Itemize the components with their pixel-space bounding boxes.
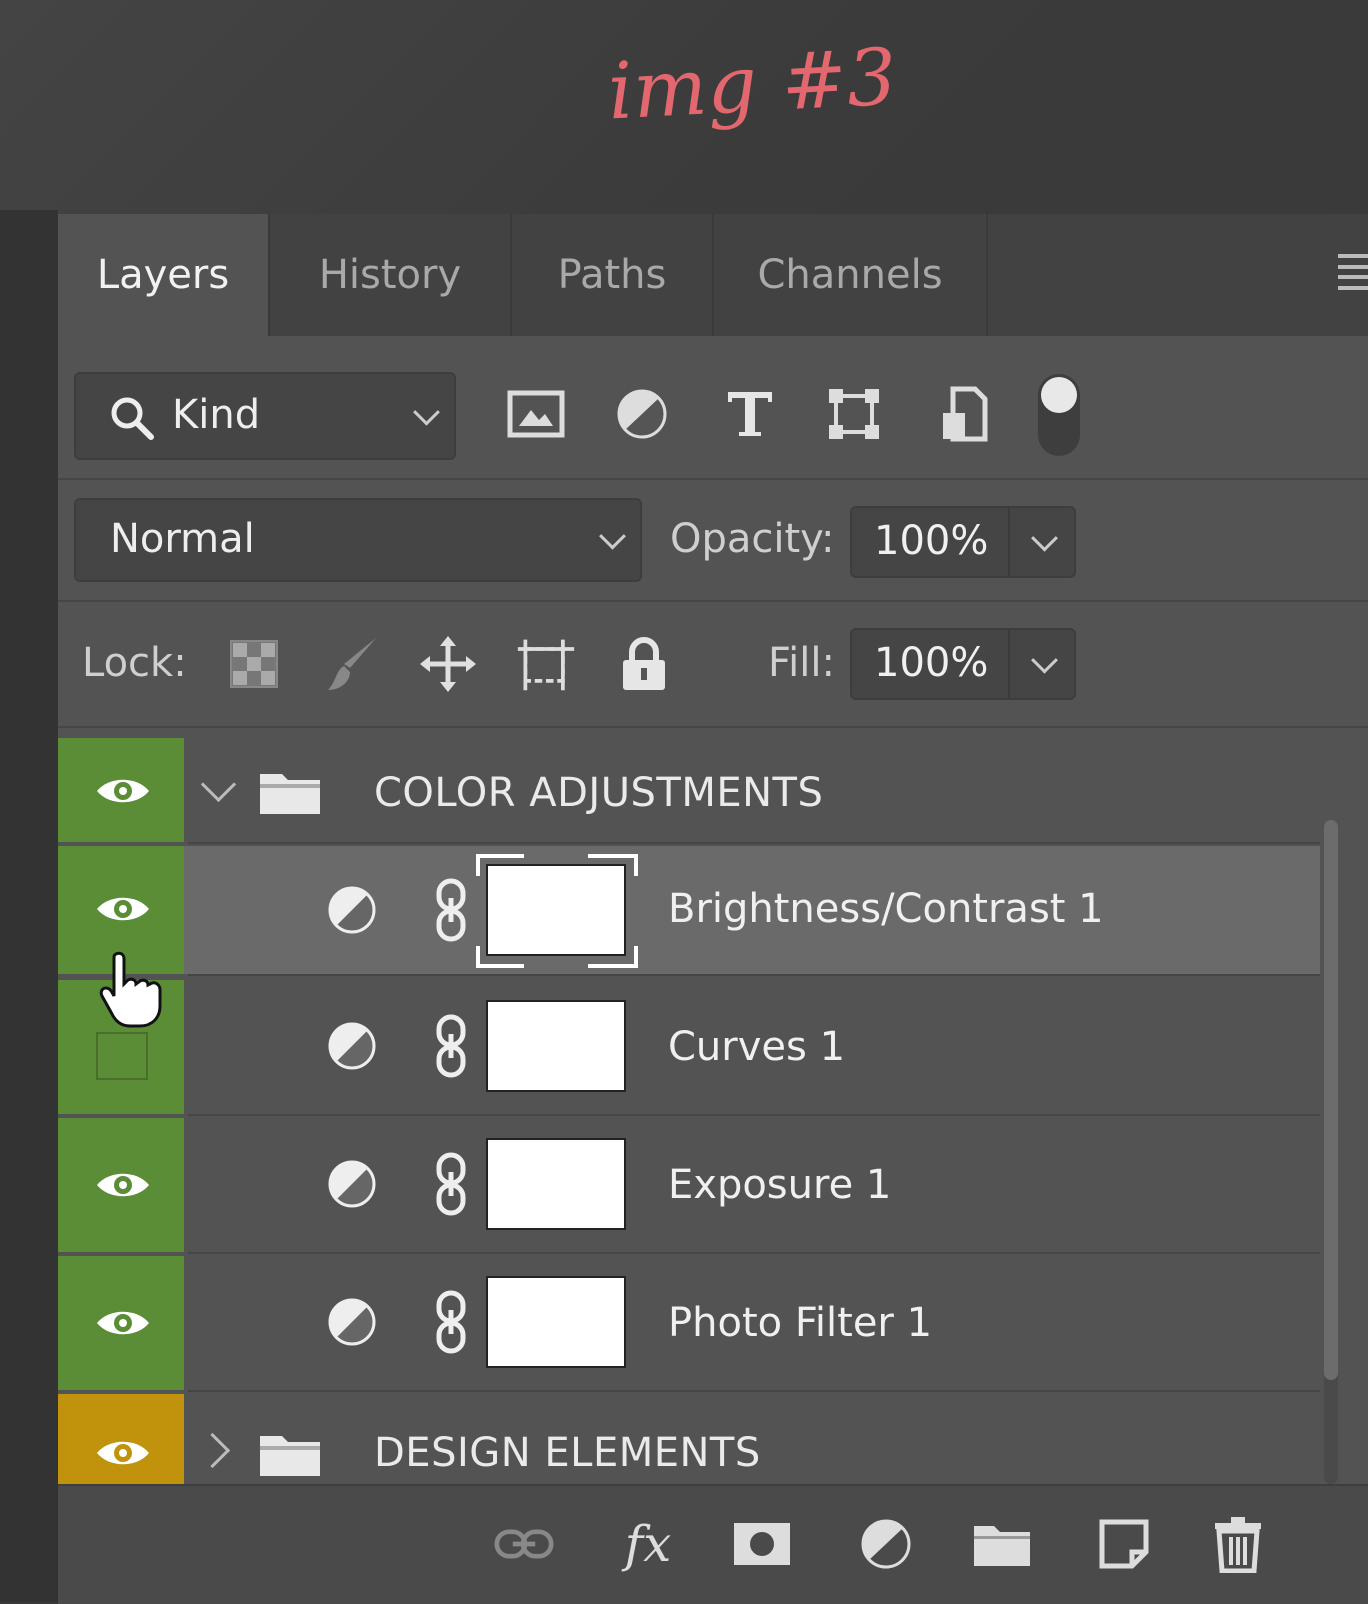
layer-mask-thumbnail[interactable] — [486, 1276, 626, 1368]
chevron-down-icon — [599, 522, 626, 550]
new-group-icon[interactable] — [972, 1514, 1032, 1574]
layer-name: Brightness/Contrast 1 — [668, 886, 1104, 932]
visibility-toggle[interactable] — [58, 738, 184, 842]
tab-layers[interactable]: Layers — [58, 214, 270, 336]
layers-bottom-toolbar: fx — [58, 1484, 1368, 1604]
visibility-toggle[interactable] — [58, 1394, 184, 1484]
link-chain-icon[interactable] — [434, 1152, 468, 1216]
layer-group-color-adjustments[interactable]: COLOR ADJUSTMENTS — [58, 738, 1320, 842]
layer-name: COLOR ADJUSTMENTS — [374, 770, 824, 816]
adjustment-layer-icon — [328, 1022, 376, 1070]
layer-name: Curves 1 — [668, 1024, 846, 1070]
lock-artboard-icon[interactable] — [516, 634, 576, 694]
expand-chevron-icon[interactable] — [200, 766, 237, 803]
lock-label: Lock: — [82, 640, 187, 686]
eye-icon — [97, 1311, 149, 1335]
adjustment-layer-icon — [328, 1298, 376, 1346]
layer-name: Photo Filter 1 — [668, 1300, 933, 1346]
visibility-toggle[interactable] — [58, 1118, 184, 1252]
fill-value: 100% — [874, 640, 989, 686]
fill-chevron-icon[interactable] — [1031, 646, 1058, 674]
link-chain-icon[interactable] — [434, 1014, 468, 1078]
blend-mode-value: Normal — [110, 516, 255, 562]
annotation-label: img #3 — [605, 32, 899, 138]
hand-cursor-icon — [99, 951, 162, 1028]
new-adjustment-icon[interactable] — [856, 1514, 916, 1574]
opacity-label: Opacity: — [670, 516, 835, 562]
panel-menu-icon[interactable] — [1338, 254, 1368, 290]
tab-history[interactable]: History — [270, 214, 512, 336]
tab-channels[interactable]: Channels — [714, 214, 988, 336]
type-layer-filter-icon[interactable] — [718, 382, 782, 446]
folder-icon — [260, 1436, 320, 1476]
adjustment-layer-icon — [328, 1160, 376, 1208]
layer-mask-thumbnail[interactable] — [486, 1000, 626, 1092]
smart-object-filter-icon[interactable] — [932, 382, 996, 446]
eye-icon — [97, 779, 149, 803]
link-chain-icon[interactable] — [434, 1290, 468, 1354]
workspace-edge — [0, 210, 58, 1602]
selection-brackets — [476, 854, 638, 968]
layer-name: Exposure 1 — [668, 1162, 892, 1208]
lock-image-pixels-icon[interactable] — [322, 634, 382, 694]
pixel-layer-filter-icon[interactable] — [504, 382, 568, 446]
visibility-off-box — [96, 1032, 148, 1080]
fill-label: Fill: — [768, 640, 835, 686]
layer-brightness-contrast[interactable]: Brightness/Contrast 1 — [58, 846, 1320, 974]
lock-transparent-pixels-icon[interactable] — [224, 634, 284, 694]
opacity-value: 100% — [874, 518, 989, 564]
lock-position-icon[interactable] — [418, 634, 478, 694]
lock-all-icon[interactable] — [614, 634, 674, 694]
layer-curves[interactable]: Curves 1 — [58, 980, 1320, 1114]
layer-photo-filter[interactable]: Photo Filter 1 — [58, 1256, 1320, 1390]
layers-scrollbar[interactable] — [1324, 820, 1338, 1484]
visibility-toggle[interactable] — [58, 1256, 184, 1390]
layer-group-design-elements[interactable]: DESIGN ELEMENTS — [58, 1394, 1320, 1484]
search-icon — [111, 397, 154, 440]
collapse-chevron-icon[interactable] — [194, 1432, 231, 1469]
opacity-chevron-icon[interactable] — [1031, 524, 1058, 552]
eye-icon — [97, 1441, 149, 1465]
new-layer-icon[interactable] — [1094, 1514, 1154, 1574]
layer-exposure[interactable]: Exposure 1 — [58, 1118, 1320, 1252]
layer-name: DESIGN ELEMENTS — [374, 1430, 761, 1476]
panel-tab-bar: Layers History Paths Channels — [58, 214, 1368, 336]
layers-panel: Layers History Paths Channels Kind Norma… — [58, 214, 1368, 1604]
fill-field[interactable]: 100% — [850, 628, 1076, 700]
fx-icon[interactable]: fx — [618, 1514, 678, 1574]
adjustment-layer-filter-icon[interactable] — [610, 382, 674, 446]
filter-toggle-icon[interactable] — [1038, 374, 1080, 456]
eye-icon — [97, 897, 149, 921]
scrollbar-thumb[interactable] — [1324, 820, 1338, 1380]
layer-mask-thumbnail[interactable] — [486, 1138, 626, 1230]
folder-icon — [260, 774, 320, 814]
link-chain-icon[interactable] — [434, 878, 468, 942]
adjustment-layer-icon — [328, 886, 376, 934]
opacity-field[interactable]: 100% — [850, 506, 1076, 578]
chevron-down-icon — [413, 398, 440, 426]
tab-paths[interactable]: Paths — [512, 214, 714, 336]
kind-filter-dropdown[interactable]: Kind — [74, 372, 456, 460]
link-layers-icon[interactable] — [494, 1514, 554, 1574]
shape-layer-filter-icon[interactable] — [822, 382, 886, 446]
add-mask-icon[interactable] — [732, 1514, 792, 1574]
kind-label: Kind — [172, 392, 261, 438]
eye-icon — [97, 1173, 149, 1197]
delete-icon[interactable] — [1208, 1514, 1268, 1574]
blend-mode-dropdown[interactable]: Normal — [74, 498, 642, 582]
